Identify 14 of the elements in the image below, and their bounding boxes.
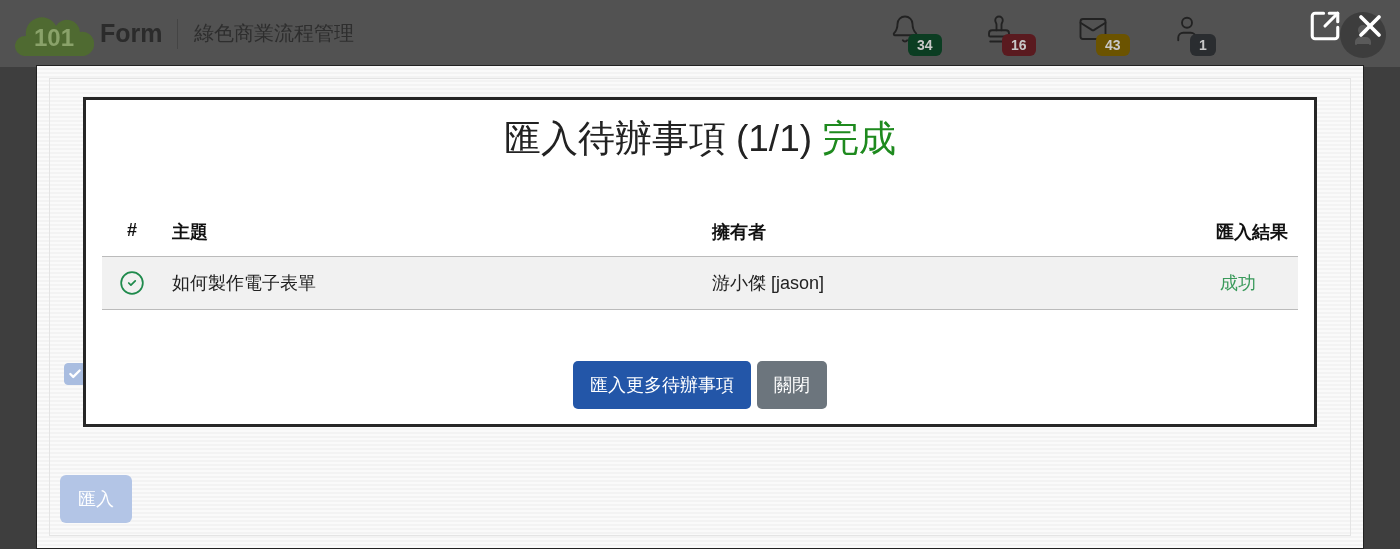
close-button[interactable]: 關閉 bbox=[757, 361, 827, 409]
dialog-title: 匯入待辦事項 (1/1) 完成 bbox=[503, 117, 897, 161]
logo-number: 101 bbox=[33, 23, 74, 52]
import-more-button[interactable]: 匯入更多待辦事項 bbox=[573, 361, 751, 409]
checkmark-icon bbox=[68, 367, 82, 381]
count-badge: 16 bbox=[1002, 33, 1036, 56]
subject-cell: 如何製作電子表單 bbox=[162, 257, 702, 310]
owner-cell: 游小傑 [jason] bbox=[702, 257, 1178, 310]
count-badge: 34 bbox=[908, 33, 942, 56]
result-cell: 成功 bbox=[1178, 257, 1298, 310]
open-external-icon[interactable] bbox=[1308, 9, 1342, 43]
count-badge: 43 bbox=[1096, 33, 1130, 56]
checkbox[interactable] bbox=[64, 363, 86, 385]
count-badge: 1 bbox=[1190, 33, 1216, 56]
